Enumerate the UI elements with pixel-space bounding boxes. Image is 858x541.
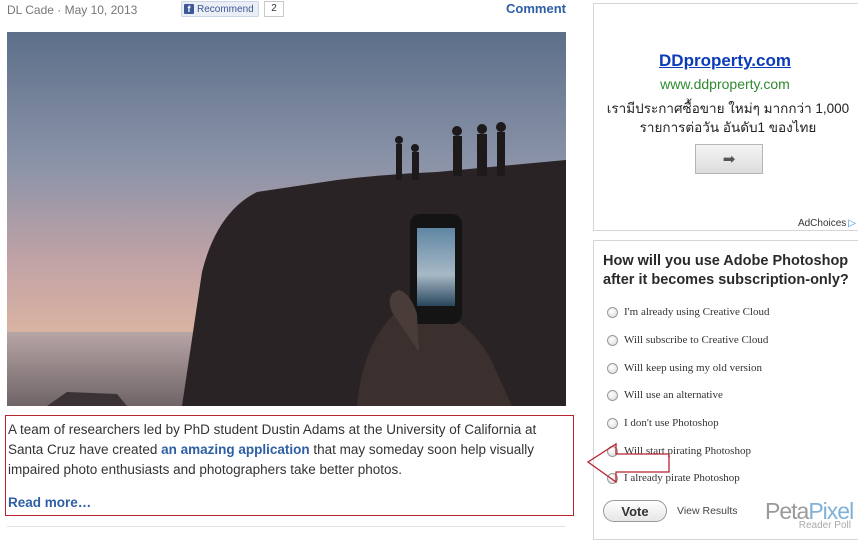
article-divider: [7, 526, 566, 527]
adchoices-link[interactable]: AdChoices ▷: [798, 218, 856, 229]
comment-link[interactable]: Comment: [506, 1, 566, 16]
read-more-link[interactable]: Read more…: [8, 495, 91, 510]
poll-option[interactable]: I don't use Photoshop: [607, 415, 719, 431]
radio-button[interactable]: [607, 389, 618, 401]
poll-option-label: Will use an alternative: [624, 389, 723, 401]
article-meta-row: DL Cade · May 10, 2013 f Recommend 2 Com…: [7, 0, 567, 20]
radio-button[interactable]: [607, 417, 618, 429]
article-excerpt: A team of researchers led by PhD student…: [8, 420, 571, 480]
facebook-icon: f: [184, 4, 194, 14]
article-byline: DL Cade · May 10, 2013: [7, 3, 138, 17]
poll-option[interactable]: I'm already using Creative Cloud: [607, 304, 770, 320]
petapixel-logo: PetaPixel Reader Poll: [765, 498, 855, 534]
radio-button[interactable]: [607, 362, 618, 374]
excerpt-highlight-box: A team of researchers led by PhD student…: [5, 415, 574, 516]
ad-url[interactable]: www.ddproperty.com: [594, 76, 856, 92]
facebook-recommend-button[interactable]: f Recommend: [181, 1, 259, 17]
recommend-label: Recommend: [197, 3, 254, 15]
vote-button[interactable]: Vote: [603, 500, 667, 522]
radio-button[interactable]: [607, 306, 618, 318]
poll-option-label: Will subscribe to Creative Cloud: [624, 334, 769, 346]
ad-arrow-button[interactable]: ➡: [695, 144, 763, 174]
article-photo[interactable]: [7, 32, 566, 406]
poll-option-label: I don't use Photoshop: [624, 417, 719, 429]
annotation-arrow-icon: [586, 442, 670, 484]
poll-option[interactable]: Will subscribe to Creative Cloud: [607, 332, 768, 348]
arrow-right-icon: ➡: [722, 151, 736, 168]
amazing-application-link[interactable]: an amazing application: [161, 442, 310, 457]
recommend-count: 2: [264, 1, 284, 17]
adchoices-label: AdChoices: [797, 218, 847, 229]
ddproperty-ad[interactable]: DDproperty.com www.ddproperty.com เรามีป…: [593, 3, 858, 231]
poll-option[interactable]: Will keep using my old version: [607, 360, 762, 376]
poll-question: How will you use Adobe Photoshop after i…: [603, 253, 849, 288]
ad-description: เรามีประกาศซื้อขาย ใหม่ๆ มากกว่า 1,000 ร…: [606, 101, 850, 135]
radio-button[interactable]: [607, 334, 618, 346]
reader-poll: How will you use Adobe Photoshop after i…: [593, 240, 858, 540]
adchoices-icon: ▷: [848, 218, 856, 229]
poll-option-label: I'm already using Creative Cloud: [624, 306, 770, 318]
reader-poll-label: Reader Poll: [798, 520, 851, 531]
poll-option[interactable]: Will use an alternative: [607, 387, 723, 403]
view-results-link[interactable]: View Results: [677, 505, 738, 517]
ad-title-link[interactable]: DDproperty.com: [594, 51, 856, 71]
poll-option-label: Will keep using my old version: [624, 362, 762, 374]
